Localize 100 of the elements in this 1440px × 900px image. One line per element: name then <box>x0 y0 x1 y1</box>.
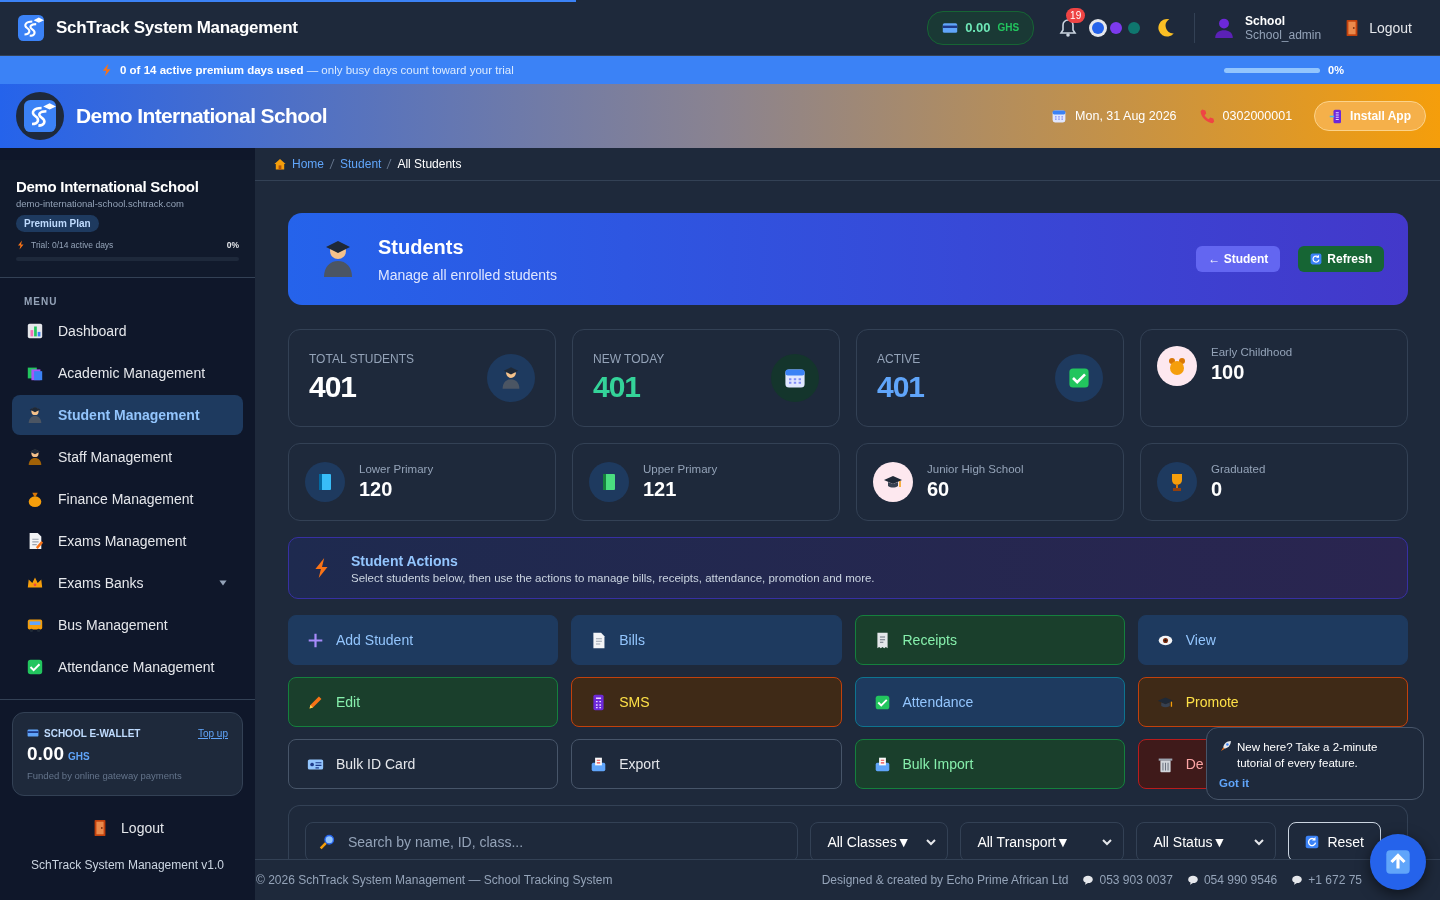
checkmark-icon <box>1067 366 1091 390</box>
phone-text: 0302000001 <box>1222 109 1293 123</box>
sidebar-item[interactable]: Staff Management <box>12 437 243 477</box>
plan-badge: Premium Plan <box>16 215 99 232</box>
action-button[interactable]: Bulk Import <box>854 739 1125 789</box>
rocket-icon <box>1219 739 1233 753</box>
chevron-down-icon <box>925 836 938 848</box>
checkmark-icon <box>26 658 44 676</box>
money-bag-icon <box>26 490 44 508</box>
stat-label: Junior High School <box>927 463 1024 475</box>
user-icon <box>1213 16 1236 39</box>
stat-label: Upper Primary <box>643 463 718 475</box>
breadcrumb-link[interactable]: Student <box>340 157 382 171</box>
chevron-down-icon <box>1101 836 1114 848</box>
stat-value: 401 <box>309 370 358 404</box>
got-it-button[interactable]: Got it <box>1219 777 1250 790</box>
stat-value: 120 <box>359 478 394 501</box>
arrow-up-icon <box>1385 849 1411 875</box>
search-field[interactable]: Search by name, ID, class... <box>305 822 799 859</box>
lightning-icon <box>16 240 26 250</box>
stat-label: Early Childhood <box>1211 346 1293 358</box>
action-button[interactable]: Edit <box>288 677 559 727</box>
plus-icon <box>307 631 324 649</box>
wallet-note: Funded by online gateway payments <box>27 770 183 781</box>
calendar-icon <box>1051 108 1068 124</box>
separator-icon <box>329 158 335 170</box>
chevron-down-icon <box>1253 836 1266 848</box>
action-button[interactable]: SMS <box>571 677 842 727</box>
version-text: SchTrack System Management v1.0 <box>30 858 225 872</box>
phone-icon <box>1198 108 1215 124</box>
contact-phone: 053 903 0037 <box>1099 873 1173 887</box>
logo-icon <box>18 14 44 41</box>
logo-icon <box>24 100 56 132</box>
inbox-tray-icon <box>590 755 608 773</box>
credit-card-icon <box>27 727 39 739</box>
page-title: Students <box>378 235 465 259</box>
action-button[interactable]: Receipts <box>854 615 1125 665</box>
home-icon <box>273 157 287 171</box>
refresh-icon <box>1305 835 1320 849</box>
action-button[interactable]: Add Student <box>288 615 559 665</box>
sidebar-item[interactable]: Finance Management <box>12 479 243 519</box>
sidebar-item[interactable]: Exams Banks <box>12 563 243 603</box>
back-button[interactable]: ← Student <box>1196 246 1281 272</box>
page-subtitle: Manage all enrolled students <box>378 266 557 283</box>
wallet-amount: 0.00 <box>27 743 64 765</box>
action-button[interactable]: Bulk ID Card <box>288 739 559 789</box>
stat-value: 60 <box>927 478 951 501</box>
credit-text: Designed & created by Echo Prime African Ltd <box>821 873 1069 887</box>
theme-swatch[interactable] <box>1128 21 1141 34</box>
action-button[interactable]: Bills <box>571 615 842 665</box>
refresh-button[interactable]: Refresh <box>1298 246 1384 272</box>
teacher-icon <box>26 448 44 466</box>
chat-icon <box>1082 874 1095 886</box>
action-button[interactable]: Attendance <box>854 677 1125 727</box>
action-button[interactable]: Promote <box>1137 677 1408 727</box>
contact-phone: +1 672 75 <box>1308 873 1362 887</box>
logout-button[interactable]: Logout <box>85 818 170 838</box>
contact-phone: 054 990 9546 <box>1203 873 1278 887</box>
trial-percent: 0% <box>1328 64 1344 76</box>
school-name: Demo International School <box>16 178 200 195</box>
logout-button[interactable]: Logout <box>1343 18 1412 37</box>
date-text: Mon, 31 Aug 2026 <box>1075 109 1177 123</box>
stat-value: 401 <box>593 370 642 404</box>
menu-heading: MENU <box>24 296 59 307</box>
bar-chart-icon <box>26 322 44 340</box>
theme-swatch[interactable] <box>1110 21 1123 34</box>
refresh-icon <box>1310 253 1323 265</box>
action-button[interactable]: View <box>1137 615 1408 665</box>
action-button[interactable]: Export <box>571 739 842 789</box>
stat-value: 100 <box>1211 361 1246 384</box>
inbox-tray-icon <box>873 755 891 773</box>
school-name: Demo International School <box>76 104 328 128</box>
trial-text: Trial: 0/14 active days <box>31 240 115 250</box>
top-up-link[interactable]: Top up <box>197 727 228 739</box>
sidebar-item[interactable]: Dashboard <box>12 311 243 351</box>
teddy-bear-icon <box>1167 356 1187 376</box>
stat-label: Graduated <box>1211 463 1266 475</box>
stat-label: TOTAL STUDENTS <box>309 352 415 366</box>
actions-description: Select students below, then use the actions to manage bills, receipts, attendance, promotion and more. <box>351 571 875 584</box>
sidebar-item[interactable]: Exams Management <box>12 521 243 561</box>
stat-label: Lower Primary <box>359 463 434 475</box>
trial-percent: 0% <box>226 240 239 250</box>
breadcrumb-link[interactable]: Home <box>292 157 324 171</box>
theme-swatch[interactable] <box>1092 21 1105 34</box>
stat-value: 0 <box>1211 478 1224 501</box>
actions-title: Student Actions <box>351 552 459 569</box>
stat-value: 121 <box>643 478 678 501</box>
wallet-balance-pill[interactable]: 0.00 GHS <box>927 10 1035 45</box>
student-icon <box>26 406 44 424</box>
sidebar-item[interactable]: Student Management <box>12 395 243 435</box>
stat-label: NEW TODAY <box>593 352 665 366</box>
sidebar-item[interactable]: Attendance Management <box>12 647 243 687</box>
reset-button[interactable]: Reset <box>1288 822 1381 859</box>
sidebar-item[interactable]: Academic Management <box>12 353 243 393</box>
checkmark-icon <box>873 693 891 711</box>
chat-icon <box>1291 874 1304 886</box>
copyright-text: © 2026 SchTrack System Management — School Tracking System <box>256 873 613 887</box>
trial-message: 0 of 14 active premium days used — only busy days count toward your trial <box>120 64 514 76</box>
tooltip-text: New here? Take a 2-minute tutorial of every feature. <box>1237 740 1379 772</box>
sidebar-item[interactable]: Bus Management <box>12 605 243 645</box>
